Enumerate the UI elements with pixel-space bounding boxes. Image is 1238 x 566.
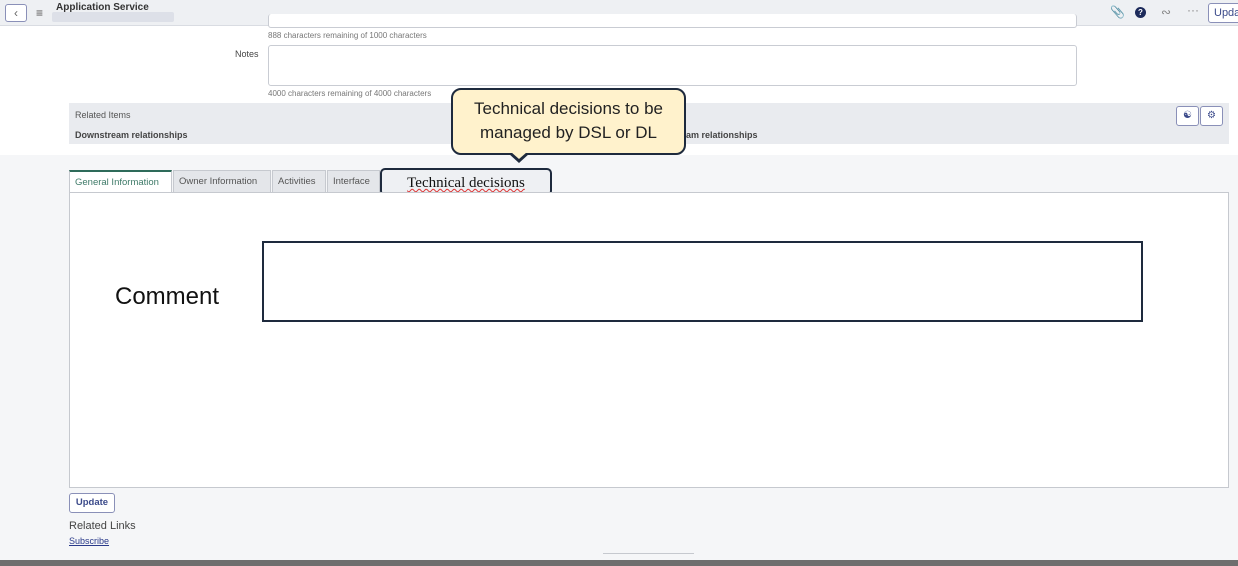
tab-activities[interactable]: Activities — [272, 170, 326, 193]
comment-label: Comment — [115, 283, 220, 310]
comment-input[interactable] — [262, 241, 1143, 322]
bottom-bar — [0, 560, 1238, 566]
downstream-relationships[interactable]: Downstream relationships — [75, 130, 188, 140]
upstream-relationships[interactable]: am relationships — [686, 130, 758, 140]
more-icon[interactable]: ··· — [1187, 3, 1199, 17]
back-button[interactable]: ‹ — [5, 4, 27, 22]
callout-tooltip: Technical decisions to be managed by DSL… — [451, 88, 686, 155]
settings-button[interactable]: ⚙ — [1200, 106, 1223, 126]
help-icon[interactable]: ? — [1135, 7, 1146, 18]
tab-panel — [69, 192, 1229, 488]
back-icon: ‹ — [14, 6, 18, 20]
relationship-map-button[interactable]: ☯ — [1176, 106, 1199, 126]
paperclip-icon[interactable]: 📎 — [1110, 5, 1125, 19]
update-button[interactable]: Update — [69, 493, 115, 513]
notes-input[interactable] — [268, 45, 1077, 86]
tab-owner-information[interactable]: Owner Information — [173, 170, 271, 193]
update-button-top[interactable]: Upda — [1208, 3, 1238, 23]
related-links-heading: Related Links — [69, 520, 136, 532]
notes-hint: 4000 characters remaining of 4000 charac… — [268, 89, 432, 98]
subtitle-placeholder — [52, 12, 174, 22]
callout-pointer-fill — [511, 152, 527, 159]
gear-icon: ⚙ — [1207, 110, 1216, 121]
divider — [603, 553, 694, 554]
menu-icon[interactable]: ≡ — [36, 6, 43, 20]
previous-field-hint: 888 characters remaining of 1000 charact… — [268, 31, 427, 40]
activity-icon[interactable]: ∾ — [1161, 5, 1171, 19]
hierarchy-icon: ☯ — [1183, 110, 1192, 121]
previous-field[interactable] — [268, 14, 1077, 28]
related-items-title: Related Items — [75, 110, 131, 120]
tab-interface[interactable]: Interface — [327, 170, 380, 193]
notes-label: Notes — [235, 49, 259, 59]
tab-general-information[interactable]: General Information — [69, 170, 172, 193]
subscribe-link[interactable]: Subscribe — [69, 536, 109, 546]
